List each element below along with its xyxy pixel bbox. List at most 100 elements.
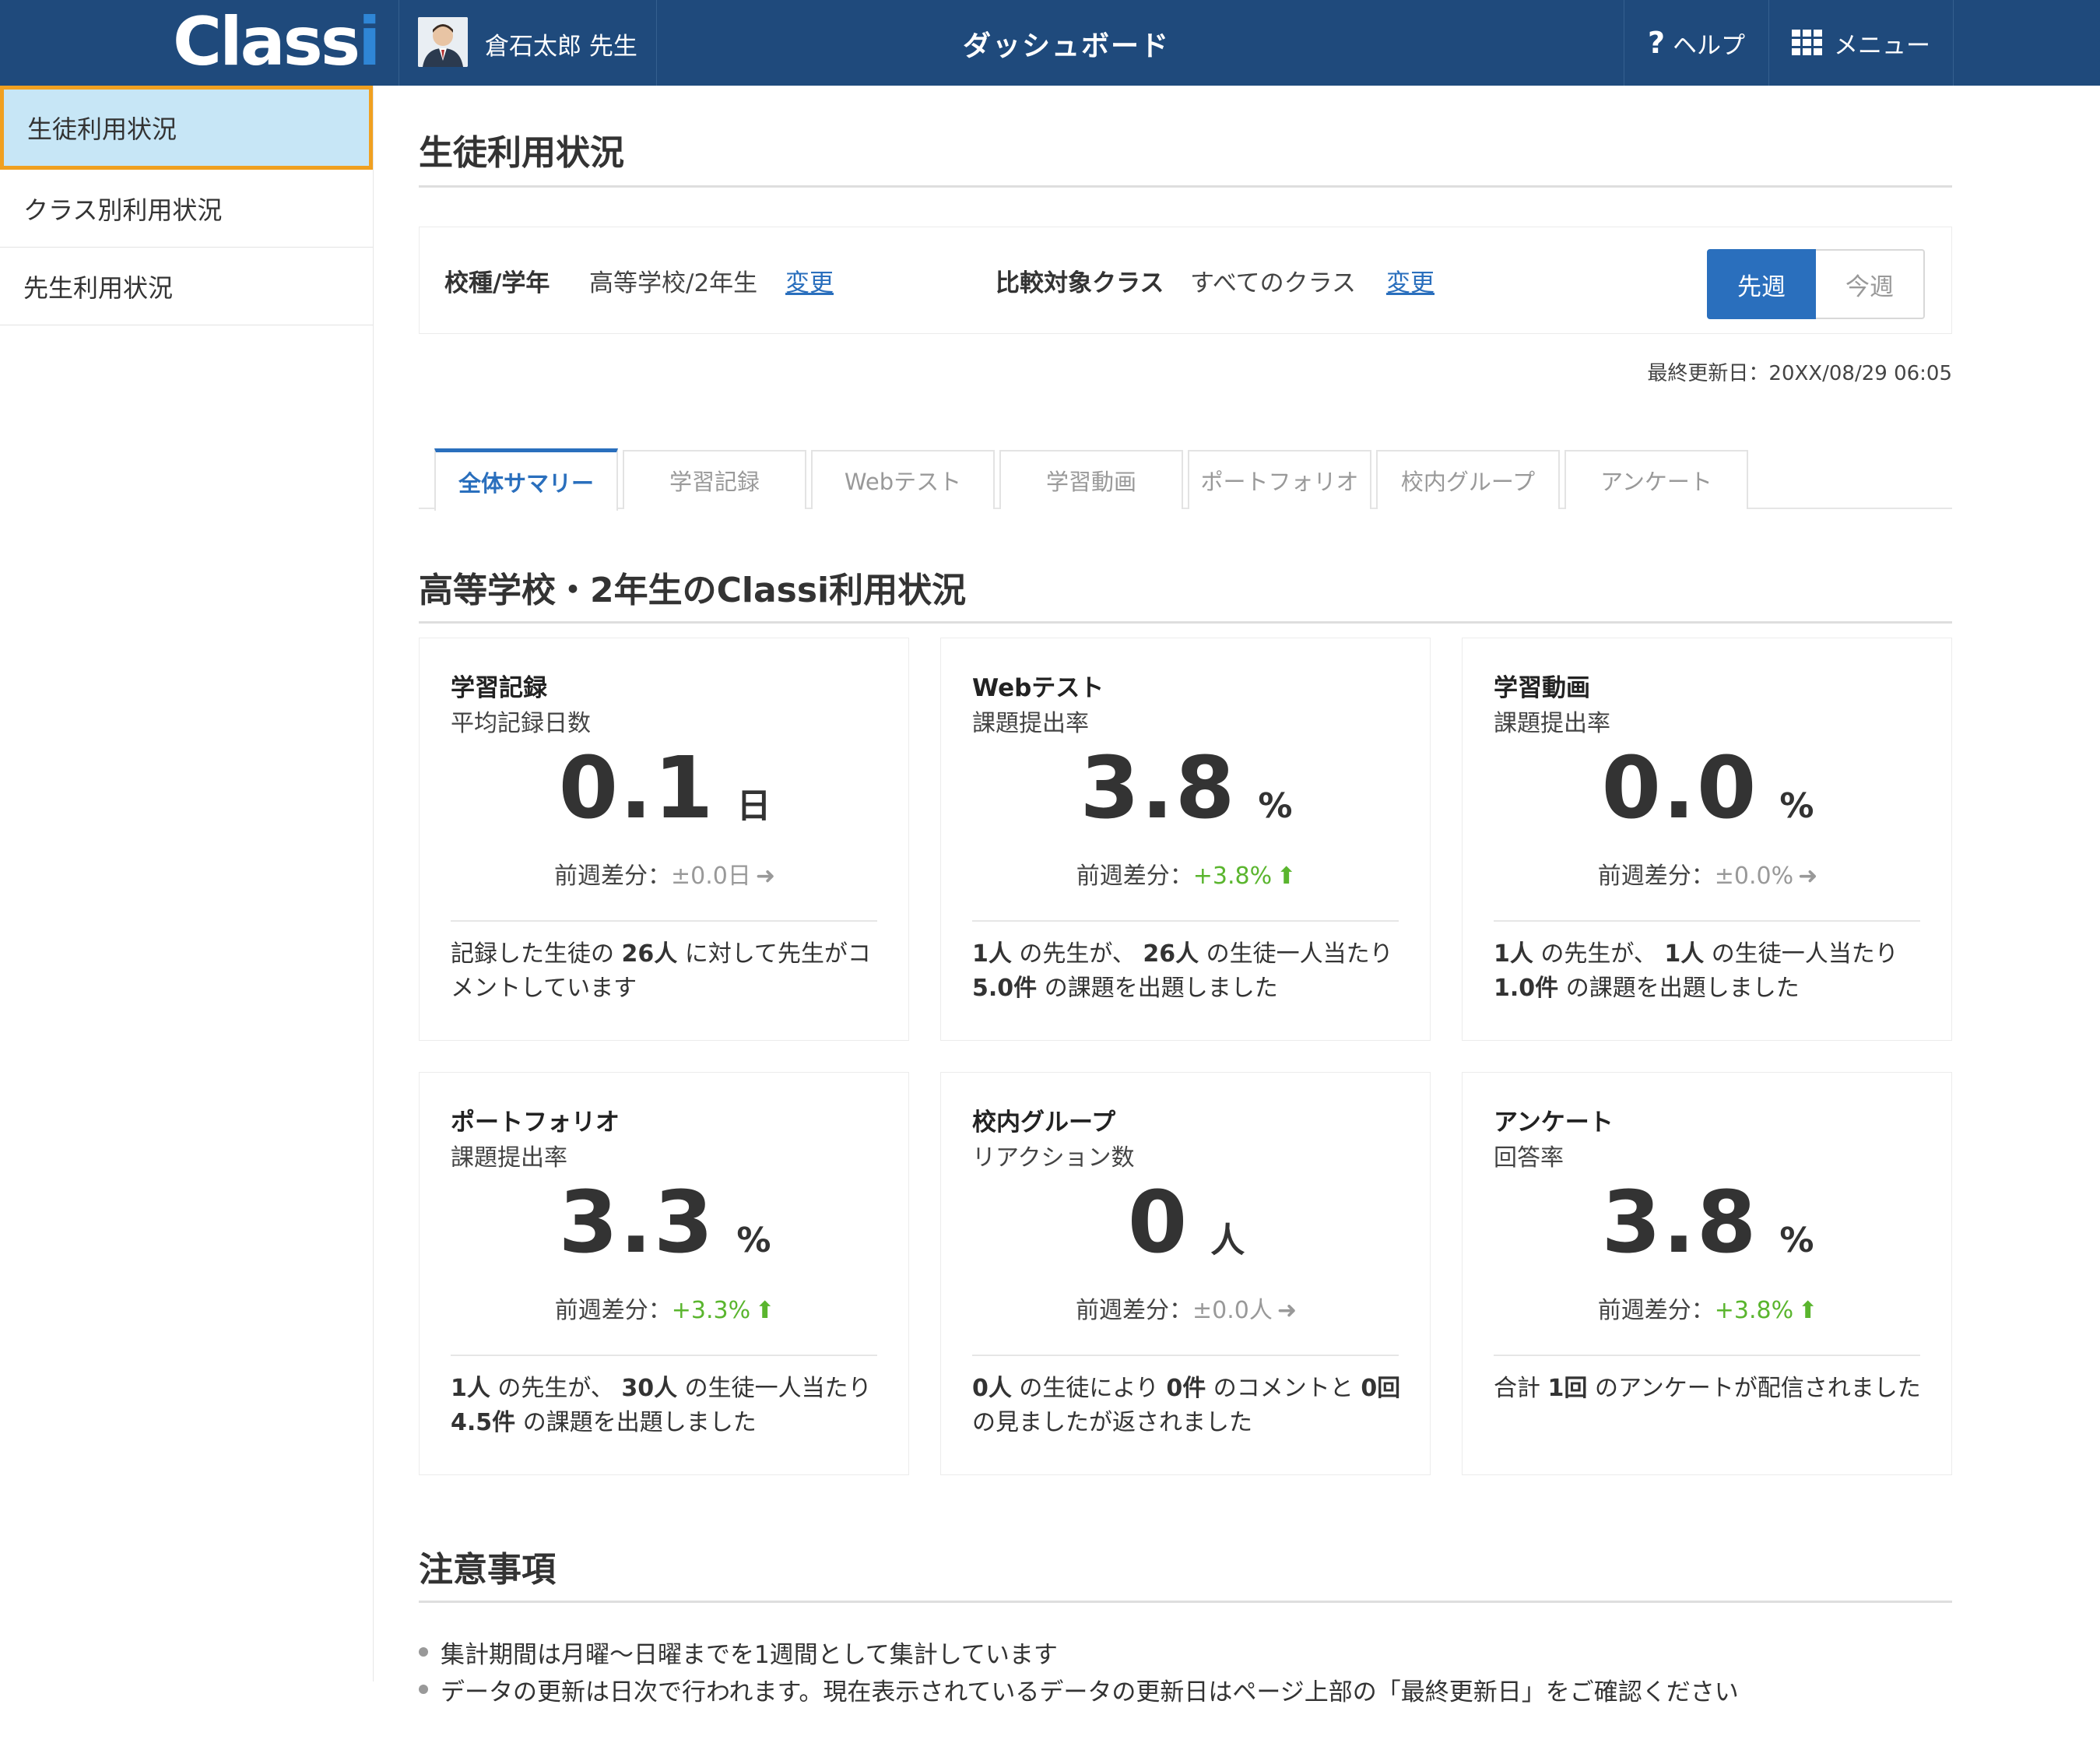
card-desc-part: の先生が、 (1533, 940, 1665, 968)
card-desc-part: の見ましたが返されました (972, 1409, 1252, 1436)
tab-study-record[interactable]: 学習記録 (623, 450, 806, 509)
note-item: 集計期間は月曜〜日曜までを1週間として集計しています (419, 1633, 2053, 1671)
card-value: 0.1 (558, 738, 715, 838)
arrow-up-icon: ⬆ (755, 1297, 775, 1324)
tab-survey[interactable]: アンケート (1564, 450, 1748, 509)
tab-summary[interactable]: 全体サマリー (434, 448, 618, 511)
card-diff: 前週差分：+3.8% ⬆ (941, 856, 1431, 891)
menu-button[interactable]: メニュー (1768, 0, 1954, 86)
grade-change-link[interactable]: 変更 (785, 263, 834, 298)
divider (451, 920, 877, 922)
arrow-right-icon: ➜ (1277, 1297, 1297, 1324)
card-description: 0人 の生徒により 0件 のコメントと 0回 の見ましたが返されました (972, 1372, 1402, 1440)
card-value-block: 3.3% (420, 1172, 910, 1272)
divider (1494, 920, 1920, 922)
compare-class-change-link[interactable]: 変更 (1386, 263, 1435, 298)
sidebar-item-label: 先生利用状況 (23, 272, 174, 303)
card-value: 3.3 (558, 1172, 715, 1272)
notes-list: 集計期間は月曜〜日曜までを1週間として集計しています データの更新は日次で行われ… (419, 1633, 2053, 1708)
card-title: アンケート (1494, 1109, 1614, 1137)
sidebar-item-teacher-usage[interactable]: 先生利用状況 (0, 248, 373, 325)
tab-web-test[interactable]: Webテスト (811, 450, 995, 509)
page-header-title: ダッシュボード (962, 30, 1170, 62)
card-description: 1人 の先生が、 1人 の生徒一人当たり 1.0件 の課題を出題しました (1494, 937, 1923, 1006)
sidebar-item-student-usage[interactable]: 生徒利用状況 (0, 86, 373, 170)
divider (451, 1355, 877, 1356)
card-subtitle: 平均記録日数 (451, 710, 591, 737)
card-diff: 前週差分：±0.0% ➜ (1463, 856, 1953, 891)
card-unit: % (736, 1221, 771, 1260)
arrow-right-icon: ➜ (1798, 863, 1818, 890)
diff-value: ±0.0人 (1192, 1297, 1273, 1324)
user-info[interactable]: 倉石太郎 先生 (399, 0, 657, 86)
diff-prefix: 前週差分： (1597, 1297, 1715, 1324)
card-subtitle: 課題提出率 (451, 1144, 567, 1172)
diff-prefix: 前週差分： (1076, 863, 1193, 890)
sidebar: 生徒利用状況 クラス別利用状況 先生利用状況 (0, 86, 374, 1681)
card-desc-part: 1.0件 (1494, 975, 1559, 1002)
card-desc-part: の課題を出題しました (1037, 975, 1278, 1002)
card-title: Webテスト (972, 674, 1104, 702)
card-unit: % (1779, 1221, 1814, 1260)
card-desc-part: 1人 (972, 940, 1012, 968)
card-value-block: 3.8% (1463, 1172, 1953, 1272)
help-button[interactable]: ? ヘルプ (1624, 0, 1768, 86)
note-text: データの更新は日次で行われます。現在表示されているデータの更新日はページ上部の「… (441, 1678, 1739, 1706)
card-desc-part: 5.0件 (972, 975, 1038, 1002)
tab-study-video[interactable]: 学習動画 (999, 450, 1183, 509)
card-subtitle: 課題提出率 (972, 710, 1089, 737)
note-item: データの更新は日次で行われます。現在表示されているデータの更新日はページ上部の「… (419, 1671, 2053, 1708)
card-desc-part: 4.5件 (451, 1409, 516, 1436)
card-desc-part: の生徒により (1011, 1375, 1167, 1402)
card-diff: 前週差分：+3.8% ⬆ (1463, 1291, 1953, 1325)
card-desc-part: 記録した生徒の (451, 940, 622, 968)
metric-card: ポートフォリオ 課題提出率 3.3% 前週差分：+3.3% ⬆ 1人 の先生が、 30人 … (419, 1072, 909, 1475)
diff-prefix: 前週差分： (554, 863, 671, 890)
card-desc-part: のアンケートが配信されました (1587, 1375, 1921, 1402)
card-desc-part: 26人 (621, 940, 678, 968)
card-value: 0 (1127, 1172, 1189, 1272)
tab-school-group[interactable]: 校内グループ (1376, 450, 1560, 509)
bullet-icon (419, 1647, 428, 1657)
card-desc-part: 1人 (1494, 940, 1533, 968)
divider (1494, 1355, 1920, 1356)
diff-value: +3.8% (1192, 863, 1273, 890)
tab-bar: 全体サマリー 学習記録 Webテスト 学習動画 ポートフォリオ 校内グループ ア… (419, 448, 1952, 511)
card-desc-part: 合計 (1494, 1375, 1548, 1402)
card-desc-part: の生徒一人当たり (677, 1375, 872, 1402)
arrow-up-icon: ⬆ (1277, 863, 1297, 890)
tab-portfolio[interactable]: ポートフォリオ (1188, 450, 1371, 509)
sidebar-item-class-usage[interactable]: クラス別利用状況 (0, 170, 373, 248)
compare-class-label: 比較対象クラス (996, 269, 1164, 297)
card-title: ポートフォリオ (451, 1109, 620, 1137)
card-desc-part: 0件 (1166, 1375, 1206, 1402)
metric-card: アンケート 回答率 3.8% 前週差分：+3.8% ⬆ 合計 1回 のアンケートが配信され… (1462, 1072, 1952, 1475)
classi-logo[interactable]: Classi (173, 3, 381, 81)
logo-area[interactable]: Classi (0, 0, 399, 86)
user-name: 倉石太郎 先生 (485, 33, 637, 61)
top-header: Classi 倉石太郎 先生 ダッシュボード ? ヘルプ メニュー (0, 0, 2100, 86)
sidebar-item-label: クラス別利用状況 (23, 195, 223, 225)
card-subtitle: リアクション数 (972, 1144, 1135, 1172)
diff-value: ±0.0日 (671, 863, 751, 890)
card-desc-part: 26人 (1143, 940, 1199, 968)
main-content: 生徒利用状況 校種/学年 高等学校/2年生 変更 比較対象クラス すべてのクラス… (419, 86, 1952, 1478)
card-subtitle: 課題提出率 (1494, 710, 1610, 737)
logo-i-glyph: i (358, 3, 381, 81)
card-title: 学習動画 (1494, 674, 1590, 702)
avatar (418, 17, 468, 67)
this-week-button[interactable]: 今週 (1816, 249, 1925, 319)
card-diff: 前週差分：+3.3% ⬆ (420, 1291, 910, 1325)
card-title: 学習記録 (451, 674, 547, 702)
help-label: ヘルプ (1673, 31, 1746, 60)
card-description: 合計 1回 のアンケートが配信されました (1494, 1372, 1923, 1406)
sidebar-item-label: 生徒利用状況 (27, 114, 177, 144)
page-title: 生徒利用状況 (419, 125, 1952, 188)
card-value-block: 0.0% (1463, 738, 1953, 838)
last-week-button[interactable]: 先週 (1707, 249, 1816, 319)
card-desc-part: のコメントと (1206, 1375, 1361, 1402)
card-description: 記録した生徒の 26人 に対して先生がコメントしています (451, 937, 880, 1006)
arrow-up-icon: ⬆ (1798, 1297, 1818, 1324)
summary-cards: 学習記録 平均記録日数 0.1 日前週差分：±0.0日 ➜ 記録した生徒の 26人 に対し… (419, 638, 1952, 1478)
card-value: 3.8 (1601, 1172, 1758, 1272)
